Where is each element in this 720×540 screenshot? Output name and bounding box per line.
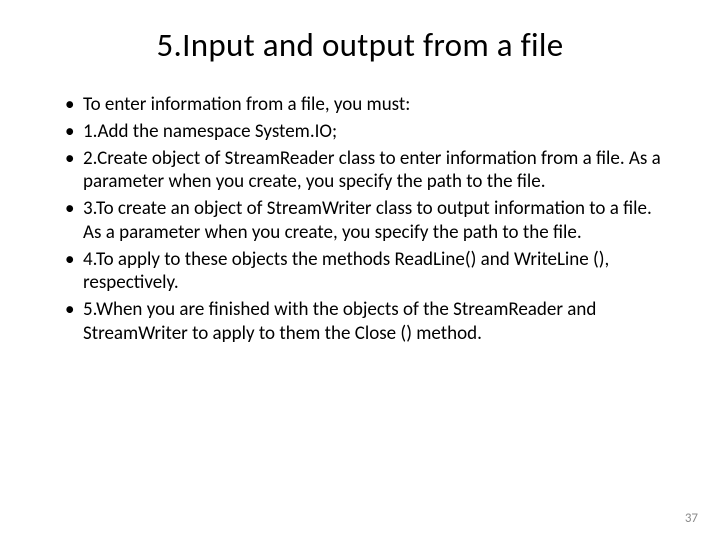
slide-content: • To enter information from a file, you … bbox=[55, 93, 665, 346]
bullet-text: 2.Create object of StreamReader class to… bbox=[83, 147, 665, 195]
bullet-text: 4.To apply to these objects the methods … bbox=[83, 248, 665, 296]
bullet-icon: • bbox=[65, 197, 83, 221]
bullet-text: 5.When you are finished with the objects… bbox=[83, 298, 665, 346]
page-number: 37 bbox=[685, 511, 698, 526]
bullet-icon: • bbox=[65, 298, 83, 322]
bullet-text: 1.Add the namespace System.IO; bbox=[83, 120, 665, 144]
list-item: • 1.Add the namespace System.IO; bbox=[65, 120, 665, 144]
slide-title: 5.Input and output from a file bbox=[55, 25, 665, 65]
bullet-text: To enter information from a file, you mu… bbox=[83, 93, 665, 117]
list-item: • 4.To apply to these objects the method… bbox=[65, 248, 665, 296]
bullet-icon: • bbox=[65, 93, 83, 117]
list-item: • 5.When you are finished with the objec… bbox=[65, 298, 665, 346]
list-item: • 3.To create an object of StreamWriter … bbox=[65, 197, 665, 245]
bullet-icon: • bbox=[65, 248, 83, 272]
list-item: • 2.Create object of StreamReader class … bbox=[65, 147, 665, 195]
bullet-text: 3.To create an object of StreamWriter cl… bbox=[83, 197, 665, 245]
bullet-icon: • bbox=[65, 120, 83, 144]
bullet-icon: • bbox=[65, 147, 83, 171]
slide: 5.Input and output from a file • To ente… bbox=[0, 0, 720, 540]
list-item: • To enter information from a file, you … bbox=[65, 93, 665, 117]
